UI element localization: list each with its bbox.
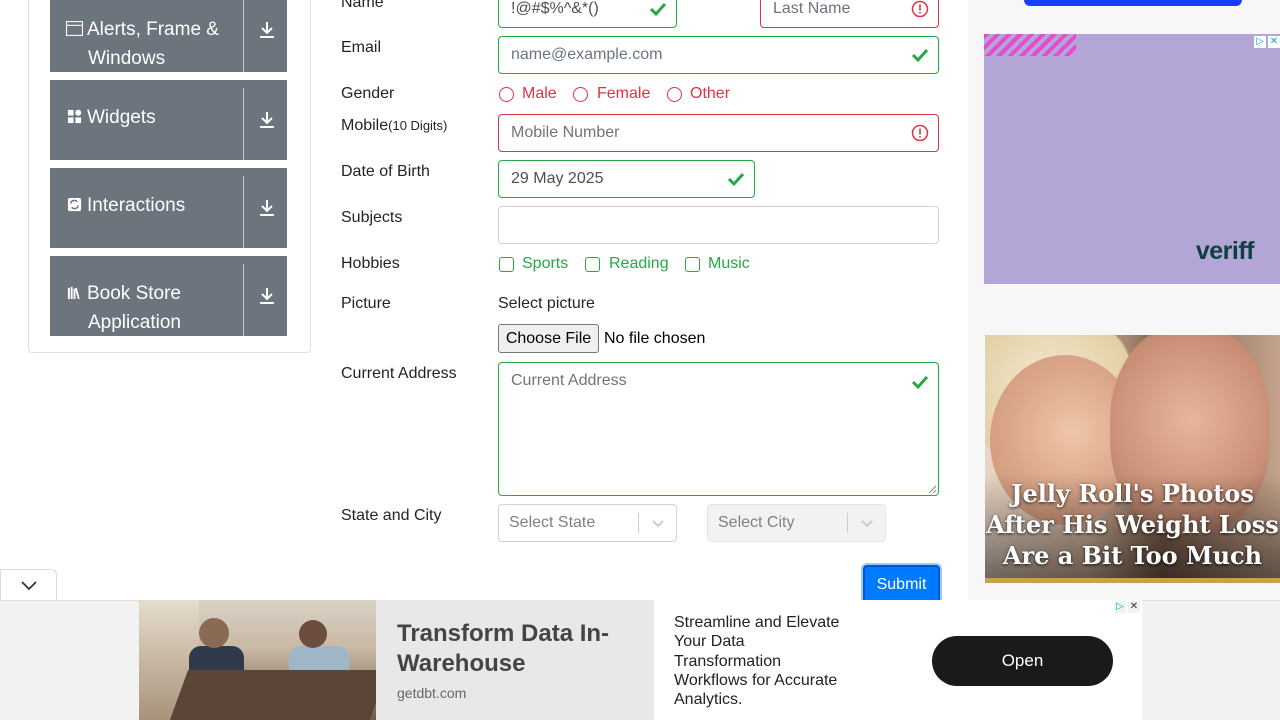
- ad-banner-jellyroll[interactable]: Jelly Roll's Photos After His Weight Los…: [985, 335, 1280, 583]
- books-icon: [67, 286, 80, 300]
- sidebar-group-label-cont: Application: [88, 312, 181, 333]
- dob-input[interactable]: 29 May 2025: [498, 160, 755, 198]
- ad-url: getdbt.com: [397, 685, 467, 701]
- subjects-input[interactable]: [498, 206, 939, 244]
- window-icon: [66, 21, 83, 36]
- hobby-reading-checkbox[interactable]: [585, 257, 600, 272]
- gender-male-radio[interactable]: [499, 87, 514, 102]
- divider: [243, 264, 244, 336]
- dob-value: 29 May 2025: [511, 170, 604, 187]
- name-label: Name: [341, 0, 384, 11]
- divider: [243, 88, 244, 160]
- gender-other-radio[interactable]: [667, 87, 682, 102]
- gender-female-radio[interactable]: [573, 87, 588, 102]
- separator: [847, 513, 848, 533]
- gender-other-label[interactable]: Other: [690, 85, 730, 103]
- error-icon: [911, 124, 929, 142]
- hobby-reading-label[interactable]: Reading: [609, 255, 669, 273]
- chevron-down-icon: [21, 581, 37, 591]
- photo-table: [169, 670, 376, 720]
- ad-open-button[interactable]: Open: [932, 636, 1113, 686]
- city-select[interactable]: Select City: [707, 504, 886, 542]
- ad-stripe-decoration: [984, 34, 1076, 56]
- last-name-placeholder: Last Name: [773, 0, 851, 17]
- mobile-field[interactable]: Mobile Number: [498, 114, 939, 152]
- hobby-sports-label[interactable]: Sports: [522, 255, 568, 273]
- divider: [243, 0, 244, 72]
- interactions-icon: [67, 197, 82, 212]
- widgets-icon: [67, 109, 82, 124]
- collapse-ad-tab[interactable]: [0, 569, 57, 600]
- mobile-label-text: Mobile: [341, 117, 389, 134]
- download-icon[interactable]: [255, 284, 279, 308]
- adchoices-icon[interactable]: ▷: [1254, 36, 1266, 48]
- close-icon[interactable]: ✕: [1128, 601, 1140, 613]
- hobby-music-checkbox[interactable]: [685, 257, 700, 272]
- last-name-field[interactable]: Last Name: [760, 0, 939, 28]
- chevron-down-icon: [652, 520, 664, 528]
- ad-bottom-bar: [985, 578, 1280, 583]
- ad-title[interactable]: Transform Data In-Warehouse: [397, 619, 647, 679]
- mobile-placeholder: Mobile Number: [511, 124, 620, 141]
- adchoices-icon[interactable]: ▷: [1114, 601, 1126, 613]
- separator: [638, 513, 639, 533]
- photo-head: [199, 618, 229, 648]
- check-icon: [727, 172, 745, 187]
- sidebar-group-widgets[interactable]: Widgets: [50, 80, 287, 160]
- sidebar-group-alerts[interactable]: Alerts, Frame & Windows: [50, 0, 287, 72]
- hobbies-label: Hobbies: [341, 255, 400, 272]
- select-picture-text: Select picture: [498, 295, 595, 312]
- download-icon[interactable]: [255, 196, 279, 220]
- check-icon: [911, 48, 929, 63]
- sidebar-group-interactions[interactable]: Interactions: [50, 168, 287, 248]
- check-icon: [649, 2, 667, 17]
- sidebar-group-label-cont: Windows: [88, 48, 166, 69]
- current-address-label: Current Address: [341, 365, 457, 382]
- dob-label: Date of Birth: [341, 163, 430, 180]
- address-placeholder: Current Address: [511, 372, 627, 389]
- ad-headline: Jelly Roll's Photos After His Weight Los…: [986, 479, 1279, 570]
- divider: [243, 176, 244, 248]
- ad-photo-meeting: [139, 600, 376, 720]
- sidebar-group-label: Widgets: [87, 107, 156, 128]
- state-placeholder: Select State: [509, 514, 596, 531]
- subjects-label: Subjects: [341, 209, 403, 226]
- error-icon: [911, 0, 929, 18]
- hobby-music-label[interactable]: Music: [708, 255, 750, 273]
- download-icon[interactable]: [255, 108, 279, 132]
- first-name-field[interactable]: !@#$%^&*(): [498, 0, 677, 28]
- gender-label: Gender: [341, 85, 395, 102]
- sidebar-group-label: Book Store: [87, 283, 181, 304]
- veriff-logo: veriff: [1195, 237, 1255, 265]
- ad-description: Streamline and Elevate Your Data Transfo…: [674, 614, 840, 709]
- photo-head: [299, 620, 327, 648]
- gender-female-label[interactable]: Female: [597, 85, 650, 103]
- mobile-label: Mobile(10 Digits): [341, 117, 447, 135]
- email-label: Email: [341, 39, 382, 56]
- check-icon: [911, 375, 929, 390]
- sidebar-group-label: Interactions: [87, 195, 186, 216]
- city-placeholder: Select City: [718, 514, 795, 531]
- no-file-text: No file chosen: [604, 330, 706, 347]
- close-icon[interactable]: ✕: [1268, 36, 1280, 48]
- first-name-value: !@#$%^&*(): [511, 0, 599, 17]
- mobile-hint: (10 Digits): [388, 118, 448, 133]
- ad-banner-veriff[interactable]: ▷ ✕ veriff: [984, 34, 1280, 284]
- sidebar-group-label: Alerts, Frame &: [87, 19, 219, 40]
- current-address-textarea[interactable]: Current Address: [498, 362, 939, 496]
- ad-top-button[interactable]: [1024, 0, 1242, 6]
- state-city-label: State and City: [341, 507, 442, 524]
- sidebar-group-bookstore[interactable]: Book Store Application: [50, 256, 287, 336]
- resize-handle-icon[interactable]: [928, 485, 937, 494]
- email-field[interactable]: name@example.com: [498, 36, 939, 74]
- gender-male-label[interactable]: Male: [522, 85, 557, 103]
- submit-button[interactable]: Submit: [863, 565, 940, 603]
- choose-file-button[interactable]: Choose File: [498, 324, 599, 353]
- state-select[interactable]: Select State: [498, 504, 677, 542]
- hobby-sports-checkbox[interactable]: [499, 257, 514, 272]
- email-placeholder: name@example.com: [511, 46, 663, 63]
- picture-label: Picture: [341, 295, 391, 312]
- download-icon[interactable]: [255, 18, 279, 42]
- chevron-down-icon: [861, 520, 873, 528]
